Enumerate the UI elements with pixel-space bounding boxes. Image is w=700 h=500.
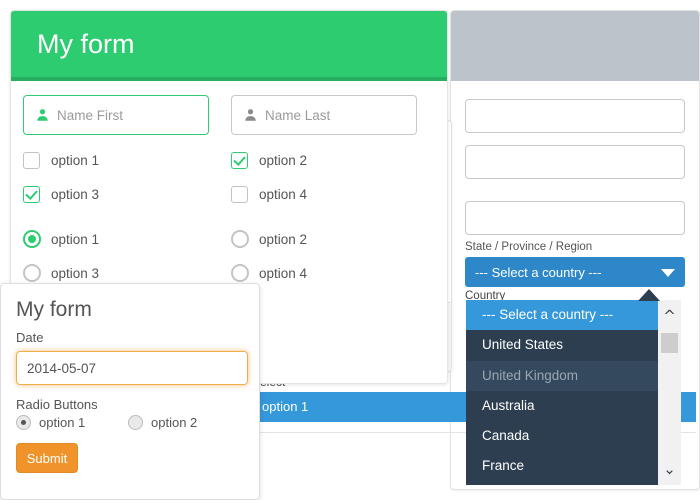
submit-button-orange[interactable]: Submit	[16, 443, 78, 473]
right-input-2[interactable]	[465, 145, 685, 179]
state-province-region-label: State / Province / Region	[465, 241, 685, 253]
overlay-radio-option-2[interactable]: option 2	[128, 415, 240, 430]
first-name-field[interactable]: Name First	[23, 95, 209, 135]
country-dropdown-list[interactable]: --- Select a country --- United States U…	[466, 300, 658, 485]
date-label: Date	[16, 330, 244, 345]
checkbox-row-1: option 1 option 2	[23, 143, 435, 177]
date-input-value: 2014-05-07	[27, 361, 96, 376]
overlay-radio-group: option 1 option 2	[16, 415, 244, 430]
last-name-placeholder: Name Last	[265, 108, 330, 123]
radio-label: option 4	[259, 266, 307, 281]
radio-label: option 2	[259, 232, 307, 247]
last-name-field[interactable]: Name Last	[231, 95, 417, 135]
checkbox-icon[interactable]	[23, 152, 40, 169]
app-root: State / Province / Region --- Select a c…	[0, 0, 700, 500]
chevron-down-icon[interactable]: ⌄	[658, 459, 681, 479]
checkbox-checked-icon[interactable]	[231, 152, 248, 169]
country-select-button[interactable]: --- Select a country ---	[465, 257, 685, 287]
checkbox-checked-icon[interactable]	[23, 186, 40, 203]
radio-icon[interactable]	[231, 230, 249, 248]
checkbox-option-2[interactable]: option 2	[231, 143, 417, 177]
dropdown-item-placeholder[interactable]: --- Select a country ---	[466, 300, 658, 330]
checkbox-label: option 4	[259, 187, 307, 202]
radio-icon[interactable]	[231, 264, 249, 282]
dropdown-item-canada[interactable]: Canada	[466, 421, 658, 451]
dropdown-scrollbar[interactable]: ^ ⌄	[658, 300, 681, 485]
overlay-radio-label: option 1	[39, 415, 85, 430]
radio-checked-icon[interactable]	[16, 415, 31, 430]
dropdown-item-united-states[interactable]: United States	[466, 330, 658, 360]
overlay-radio-option-1[interactable]: option 1	[16, 415, 128, 430]
radio-label: option 3	[51, 266, 99, 281]
first-name-col: Name First	[23, 95, 209, 135]
overlay-form-card: My form Date 2014-05-07 Radio Buttons op…	[0, 283, 260, 500]
main-card-header: My form	[11, 11, 447, 81]
chevron-up-icon[interactable]: ^	[658, 306, 681, 326]
right-input-state[interactable]	[465, 201, 685, 235]
person-icon	[36, 108, 49, 122]
right-card-header	[451, 11, 699, 81]
checkbox-label: option 3	[51, 187, 99, 202]
radio-option-2[interactable]: option 2	[231, 222, 417, 256]
checkbox-option-1[interactable]: option 1	[23, 143, 209, 177]
dropdown-item-australia[interactable]: Australia	[466, 391, 658, 421]
checkbox-icon[interactable]	[231, 186, 248, 203]
main-card-body: Name First Name Last	[11, 81, 447, 290]
overlay-radio-label: option 2	[151, 415, 197, 430]
overlay-title: My form	[16, 298, 244, 322]
scrollbar-thumb[interactable]	[661, 333, 678, 353]
checkbox-label: option 1	[51, 153, 99, 168]
radio-buttons-label: Radio Buttons	[16, 397, 244, 412]
chevron-down-icon	[661, 269, 675, 277]
dropdown-caret-up-icon	[638, 289, 660, 301]
right-card-body: State / Province / Region --- Select a c…	[451, 81, 699, 312]
checkbox-option-4[interactable]: option 4	[231, 177, 417, 211]
name-fields-row: Name First Name Last	[23, 95, 435, 135]
radio-checked-icon[interactable]	[23, 230, 41, 248]
last-name-col: Name Last	[231, 95, 417, 135]
country-dropdown: --- Select a country --- United States U…	[466, 300, 681, 485]
radio-option-1[interactable]: option 1	[23, 222, 209, 256]
radio-icon[interactable]	[128, 415, 143, 430]
checkbox-label: option 2	[259, 153, 307, 168]
page-title: My form	[37, 29, 135, 60]
radio-icon[interactable]	[23, 264, 41, 282]
person-icon	[244, 108, 257, 122]
country-select-value: --- Select a country ---	[475, 265, 601, 280]
radio-label: option 1	[51, 232, 99, 247]
radio-row-1: option 1 option 2	[23, 222, 435, 256]
dropdown-item-france[interactable]: France	[466, 451, 658, 481]
checkbox-row-2: option 3 option 4	[23, 177, 435, 211]
checkbox-option-3[interactable]: option 3	[23, 177, 209, 211]
dropdown-item-united-kingdom[interactable]: United Kingdom	[466, 361, 658, 391]
right-input-1[interactable]	[465, 99, 685, 133]
date-input[interactable]: 2014-05-07	[16, 351, 248, 385]
first-name-placeholder: Name First	[57, 108, 123, 123]
